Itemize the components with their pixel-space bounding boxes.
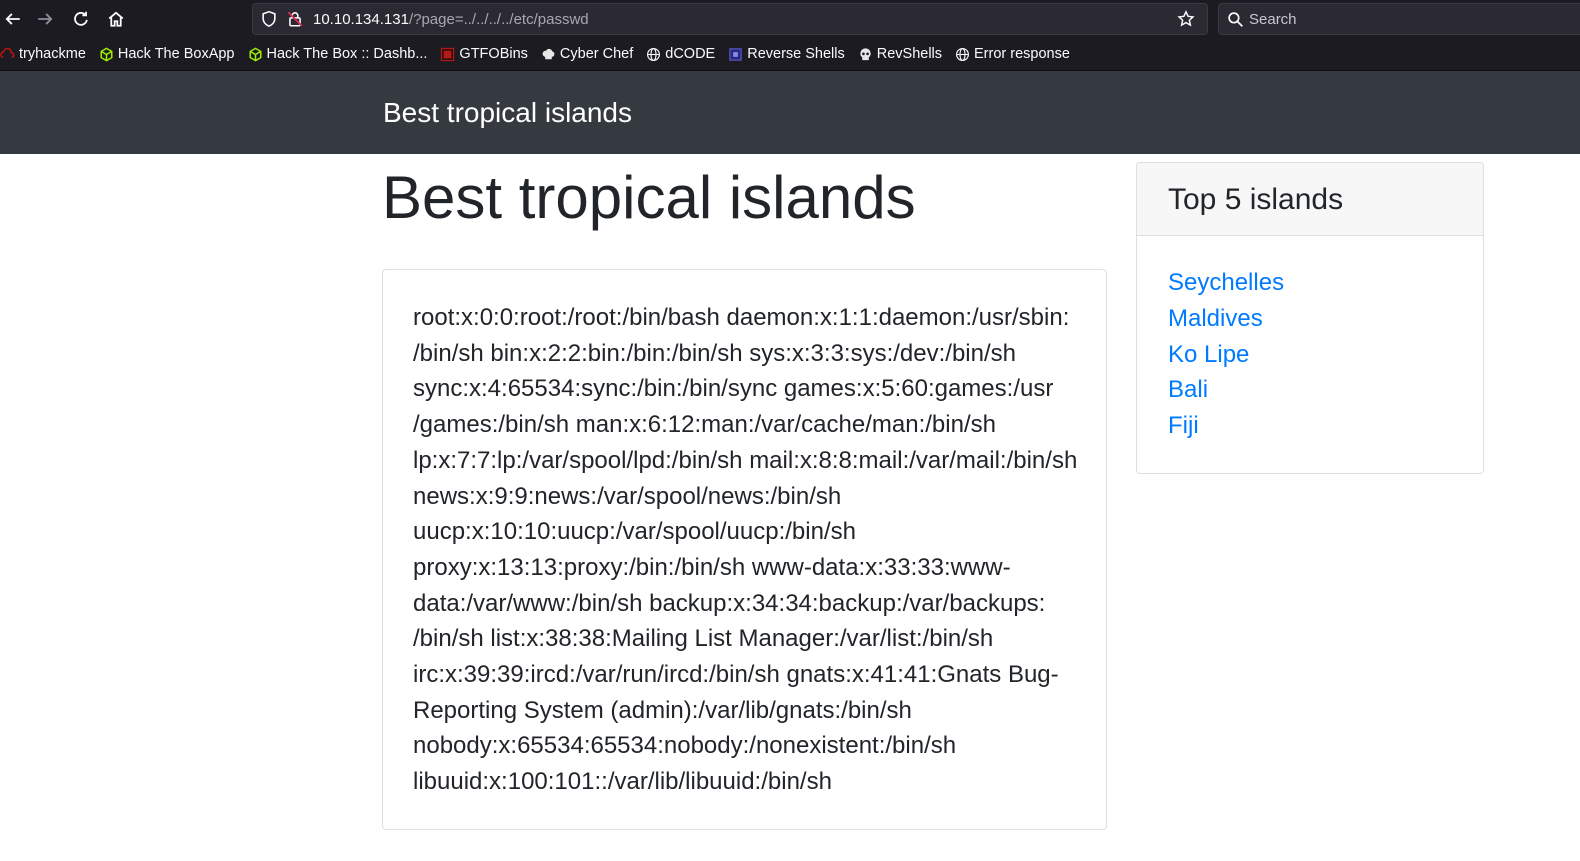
- bookmark-dcode[interactable]: dCODE: [646, 42, 722, 66]
- insecure-lock-icon[interactable]: [286, 10, 304, 28]
- url-path: /?page=../../../../etc/passwd: [408, 11, 589, 28]
- content-line: uucp:x:10:10:uucp:/var/spool/uucp:/bin/s…: [413, 518, 856, 546]
- content-line: libuuid:x:100:101::/var/lib/libuuid:/bin…: [413, 768, 832, 796]
- htb-cube-icon: [248, 47, 263, 62]
- content-line: nobody:x:65534:65534:nobody:/nonexistent…: [413, 732, 957, 760]
- island-list: Seychelles Maldives Ko Lipe Bali Fiji: [1168, 265, 1284, 444]
- browser-toolbar: 10.10.134.131/?page=../../../../etc/pass…: [0, 0, 1580, 38]
- back-arrow-icon: [5, 13, 20, 25]
- top-islands-header: Top 5 islands: [1137, 163, 1483, 236]
- globe-icon: [955, 47, 970, 62]
- bookmark-gtfobins[interactable]: GTFOBins: [440, 42, 534, 66]
- top-islands-title: Top 5 islands: [1168, 183, 1344, 216]
- list-item: Seychelles: [1168, 265, 1284, 301]
- content-line: sync:x:4:65534:sync:/bin:/bin/sync games…: [413, 375, 1054, 403]
- content-line: /bin/sh list:x:38:38:Mailing List Manage…: [413, 625, 994, 653]
- home-icon: [108, 11, 124, 27]
- bookmark-error-response[interactable]: Error response: [955, 42, 1077, 66]
- gtfobins-icon: [440, 47, 455, 62]
- bookmark-hack-the-box-app[interactable]: Hack The BoxApp: [99, 42, 242, 66]
- skull-icon: [858, 47, 873, 62]
- bookmark-star-icon[interactable]: [1177, 10, 1195, 28]
- bookmark-label: dCODE: [665, 46, 716, 62]
- included-file-content: root:x:0:0:root:/root:/bin/bash daemon:x…: [413, 300, 1083, 800]
- site-navbar: Best tropical islands: [0, 71, 1580, 154]
- content-line: /bin/sh bin:x:2:2:bin:/bin:/bin/sh sys:x…: [413, 339, 1016, 367]
- list-item: Fiji: [1168, 408, 1284, 444]
- bookmark-label: RevShells: [876, 46, 943, 62]
- content-line: news:x:9:9:news:/var/spool/news:/bin/sh: [413, 482, 842, 510]
- bookmark-label: Error response: [974, 46, 1070, 62]
- url-host: 10.10.134.131: [313, 11, 409, 28]
- island-link-bali[interactable]: Bali: [1168, 376, 1208, 403]
- tryhackme-icon: [0, 47, 15, 62]
- home-button[interactable]: [103, 6, 129, 32]
- htb-cube-icon: [99, 47, 114, 62]
- content-line: Reporting System (admin):/var/lib/gnats:…: [413, 696, 912, 724]
- content-line: data:/var/www:/bin/sh backup:x:34:34:bac…: [413, 589, 1046, 617]
- list-item: Ko Lipe: [1168, 337, 1284, 373]
- reverse-shells-icon: [728, 47, 743, 62]
- bookmark-hack-the-box-dashboard[interactable]: Hack The Box :: Dashb...: [248, 42, 435, 66]
- bookmark-label: Hack The Box :: Dashb...: [266, 46, 428, 62]
- list-item: Bali: [1168, 372, 1284, 408]
- globe-icon: [646, 47, 661, 62]
- bookmark-reverse-shells[interactable]: Reverse Shells: [728, 42, 852, 66]
- top-islands-card: Top 5 islands Seychelles Maldives Ko Lip…: [1136, 162, 1484, 474]
- search-icon: [1228, 12, 1244, 28]
- search-placeholder: Search: [1249, 11, 1297, 28]
- bookmark-label: GTFOBins: [459, 46, 528, 62]
- forward-button[interactable]: [32, 6, 58, 32]
- reload-button[interactable]: [68, 6, 94, 32]
- bookmark-tryhackme[interactable]: tryhackme: [0, 42, 93, 66]
- address-bar[interactable]: 10.10.134.131/?page=../../../../etc/pass…: [252, 3, 1208, 35]
- chef-hat-icon: [541, 47, 556, 62]
- content-card: root:x:0:0:root:/root:/bin/bash daemon:x…: [382, 269, 1107, 830]
- forward-arrow-icon: [38, 13, 53, 25]
- list-item: Maldives: [1168, 301, 1284, 337]
- shield-icon[interactable]: [260, 10, 278, 28]
- content-line: root:x:0:0:root:/root:/bin/bash daemon:x…: [413, 304, 1070, 331]
- island-link-seychelles[interactable]: Seychelles: [1168, 269, 1284, 296]
- bookmarks-toolbar: tryhackme Hack The BoxApp Hack The Box :…: [0, 38, 1580, 71]
- content-line: /games:/bin/sh man:x:6:12:man:/var/cache…: [413, 411, 996, 439]
- search-bar[interactable]: Search: [1218, 3, 1580, 35]
- bookmark-label: Cyber Chef: [559, 46, 634, 62]
- bookmark-revshells[interactable]: RevShells: [858, 42, 949, 66]
- url-text[interactable]: 10.10.134.131/?page=../../../../etc/pass…: [313, 11, 589, 29]
- bookmark-label: Reverse Shells: [747, 46, 845, 62]
- bookmark-label: tryhackme: [19, 46, 86, 62]
- island-link-maldives[interactable]: Maldives: [1168, 305, 1263, 332]
- content-line: irc:x:39:39:ircd:/var/run/ircd:/bin/sh g…: [413, 661, 1059, 689]
- island-link-fiji[interactable]: Fiji: [1168, 412, 1199, 439]
- navbar-brand[interactable]: Best tropical islands: [383, 96, 632, 130]
- content-line: proxy:x:13:13:proxy:/bin:/bin/sh www-dat…: [413, 553, 1011, 581]
- island-link-ko-lipe[interactable]: Ko Lipe: [1168, 341, 1249, 368]
- bookmark-cyber-chef[interactable]: Cyber Chef: [541, 42, 640, 66]
- reload-icon: [74, 11, 88, 26]
- back-button[interactable]: [0, 6, 26, 32]
- content-line: lp:x:7:7:lp:/var/spool/lpd:/bin/sh mail:…: [413, 446, 1078, 474]
- page-title: Best tropical islands: [382, 164, 916, 231]
- bookmark-label: Hack The BoxApp: [117, 46, 235, 62]
